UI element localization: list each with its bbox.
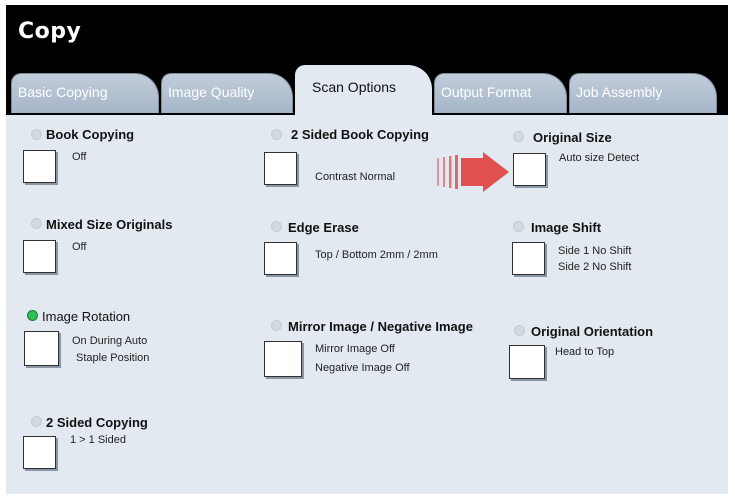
- selected-indicator: [27, 310, 38, 321]
- two-sided-book-copying-value: Contrast Normal: [315, 171, 396, 183]
- tab-output-format[interactable]: Output Format: [434, 73, 567, 113]
- tab-job-assembly[interactable]: Job Assembly: [569, 73, 717, 113]
- radio-indicator: [514, 325, 525, 336]
- book-copying-value: Off: [72, 151, 87, 163]
- radio-indicator: [271, 320, 282, 331]
- edge-erase-value: Top / Bottom 2mm / 2mm: [315, 249, 438, 261]
- tab-basic-copying[interactable]: Basic Copying: [11, 73, 159, 113]
- image-shift-label: Image Shift: [531, 220, 602, 235]
- image-rotation-label: Image Rotation: [42, 309, 131, 324]
- tab-image-quality[interactable]: Image Quality: [161, 73, 293, 113]
- mixed-size-originals-value: Off: [72, 241, 87, 253]
- radio-indicator: [31, 218, 42, 229]
- two-sided-book-copying-button[interactable]: [264, 152, 297, 185]
- original-size-label: Original Size: [533, 130, 612, 145]
- edge-erase-label: Edge Erase: [288, 220, 359, 235]
- mirror-negative-image-button[interactable]: [264, 341, 302, 377]
- radio-indicator: [513, 221, 524, 232]
- image-rotation-value-line2: Staple Position: [76, 352, 150, 364]
- scan-options-panel: Book Copying Off 2 Sided Book Copying Co…: [6, 115, 728, 494]
- two-sided-book-copying-label: 2 Sided Book Copying: [291, 127, 429, 142]
- original-orientation-button[interactable]: [509, 345, 545, 379]
- radio-indicator: [31, 129, 42, 140]
- tab-scan-options[interactable]: Scan Options: [295, 65, 432, 121]
- mirror-negative-image-label: Mirror Image / Negative Image: [288, 319, 473, 334]
- image-rotation-value-line1: On During Auto: [72, 335, 148, 347]
- image-shift-value-line1: Side 1 No Shift: [558, 245, 632, 257]
- image-rotation-button[interactable]: [24, 331, 59, 366]
- two-sided-copying-label: 2 Sided Copying: [46, 415, 148, 430]
- image-shift-button[interactable]: [512, 242, 545, 275]
- tab-bar: Basic Copying Image Quality Scan Options…: [6, 63, 728, 121]
- two-sided-copying-button[interactable]: [23, 436, 56, 469]
- book-copying-button[interactable]: [23, 150, 56, 183]
- radio-indicator: [513, 131, 524, 142]
- original-orientation-label: Original Orientation: [531, 324, 654, 339]
- original-size-value: Auto size Detect: [559, 152, 640, 164]
- edge-erase-button[interactable]: [264, 242, 297, 275]
- image-shift-value-line2: Side 2 No Shift: [558, 261, 632, 273]
- mirror-negative-image-value-line2: Negative Image Off: [315, 362, 410, 374]
- book-copying-label: Book Copying: [46, 127, 135, 142]
- original-orientation-value: Head to Top: [555, 346, 615, 358]
- radio-indicator: [271, 221, 282, 232]
- mirror-negative-image-value-line1: Mirror Image Off: [315, 343, 395, 355]
- right-arrow-icon: [437, 152, 509, 192]
- original-size-button[interactable]: [513, 153, 546, 186]
- radio-indicator: [271, 129, 282, 140]
- mixed-size-originals-button[interactable]: [23, 240, 56, 273]
- two-sided-copying-value: 1 > 1 Sided: [70, 434, 126, 446]
- mixed-size-originals-label: Mixed Size Originals: [46, 217, 173, 232]
- radio-indicator: [31, 416, 42, 427]
